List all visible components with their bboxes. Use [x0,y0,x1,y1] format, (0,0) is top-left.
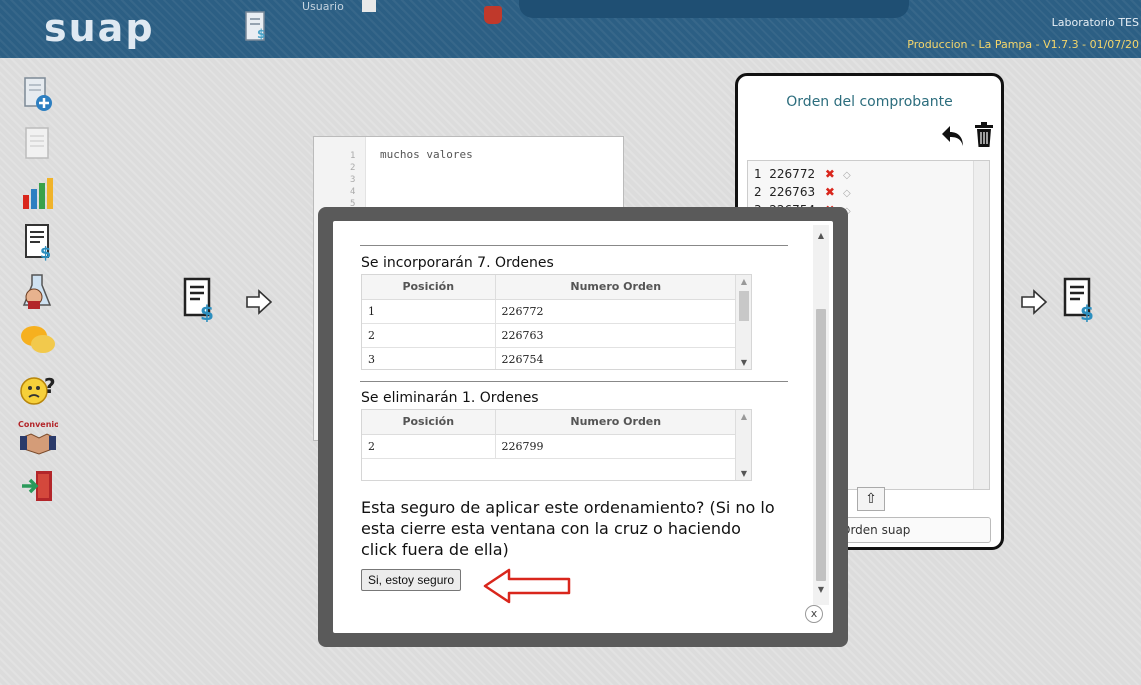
drag-handle-icon[interactable]: ◇ [843,170,851,181]
invoice-icon[interactable]: $ [244,10,268,44]
divider [360,245,788,246]
line-number: 4 [350,187,356,197]
sidebar-item-logout[interactable] [18,467,58,507]
column-header[interactable]: Posición [362,275,496,300]
table-row[interactable]: 1 226772 [362,299,736,324]
line-number: 2 [350,163,356,173]
undo-icon[interactable] [940,124,966,148]
row-order: 226763 [769,185,816,199]
delete-table[interactable]: Posición Numero Orden 2 226799 ▲ ▼ [361,409,752,481]
trash-icon[interactable] [974,122,994,148]
cell-position: 3 [362,347,496,369]
table-scrollbar[interactable]: ▲ ▼ [735,275,751,369]
svg-text:$: $ [200,301,214,322]
cell-position: 1 [362,299,496,324]
cell-position: 2 [362,323,496,348]
table-row[interactable]: 2 226799 [362,434,736,459]
close-button[interactable]: x [805,605,823,623]
add-document-icon [24,77,52,111]
chart-icon [23,178,53,209]
lab-icon [22,274,52,309]
sidebar-item-help[interactable]: ? [18,369,58,409]
column-header[interactable]: Numero Orden [495,410,736,435]
user-menu-icon[interactable] [362,0,376,12]
column-header[interactable]: Posición [362,410,496,435]
sidebar-item-messages[interactable] [18,320,58,360]
search-bar[interactable] [519,0,909,18]
lab-name: Laboratorio TES [1051,16,1139,29]
user-label: Usuario [302,0,344,13]
scroll-down-icon[interactable]: ▼ [736,358,751,367]
scroll-thumb[interactable] [816,309,826,581]
convenio-icon: Convenio [18,420,60,455]
divider [360,381,788,382]
cell-position: 2 [362,434,496,459]
chat-icon [21,326,55,353]
line-number: 3 [350,175,356,185]
table-row[interactable]: 3 226754 [362,347,736,369]
list-item[interactable]: 2 226763 ✖ ◇ [754,185,851,199]
confirm-dialog: Se incorporarán 7. Ordenes Posición Nume… [333,221,833,633]
arrow-right-icon [246,289,273,315]
drag-handle-icon[interactable]: ◇ [843,188,851,199]
sidebar-item-billing[interactable]: $ [18,222,58,262]
sidebar-item-reports[interactable] [18,173,58,213]
svg-text:?: ? [44,374,56,398]
document-disabled-icon [25,127,49,159]
scroll-up-icon[interactable]: ▲ [736,277,751,286]
table-scrollbar[interactable]: ▲ ▼ [735,410,751,480]
invoice-icon[interactable]: $ [1062,276,1096,322]
invoice-icon: $ [25,224,51,262]
table-row[interactable]: 2 226763 [362,323,736,348]
invoice-icon[interactable]: $ [182,276,216,322]
incorporate-table[interactable]: Posición Numero Orden 1 226772 2 226763 … [361,274,752,370]
sidebar-item-new-document[interactable] [18,75,58,115]
cell-order: 226763 [495,323,736,348]
row-order: 226772 [769,167,816,181]
delete-title: Se eliminarán 1. Ordenes [361,390,539,406]
list-item[interactable]: 1 226772 ✖ ◇ [754,167,851,181]
annotation-arrow-icon [483,568,571,604]
delete-icon[interactable]: ✖ [825,167,835,181]
line-number: 1 [350,151,356,161]
move-up-button[interactable]: ⇧ [857,487,885,511]
scroll-down-icon[interactable]: ▼ [736,469,751,478]
svg-text:$: $ [1080,301,1094,322]
cell-order: 226772 [495,299,736,324]
cell-order: 226754 [495,347,736,369]
delete-icon[interactable]: ✖ [825,185,835,199]
cell-order: 226799 [495,434,736,459]
svg-text:$: $ [40,243,51,262]
incorporate-title: Se incorporarán 7. Ordenes [361,255,554,271]
confirm-message: Esta seguro de aplicar este ordenamiento… [361,498,775,559]
scrollbar[interactable] [973,161,989,489]
dialog-scrollbar[interactable]: ▲ ▼ [813,225,829,605]
editor-text[interactable]: muchos valores [380,148,473,161]
sidebar-item-document[interactable] [18,124,58,164]
svg-text:Convenio: Convenio [18,420,58,429]
scroll-thumb[interactable] [739,291,749,321]
arrow-right-icon [1021,289,1048,315]
column-header[interactable]: Numero Orden [495,275,736,300]
exit-icon [22,471,52,501]
order-panel-title: Orden del comprobante [786,94,953,110]
row-position: 2 [754,185,762,199]
scroll-down-icon[interactable]: ▼ [813,585,829,594]
scroll-up-icon[interactable]: ▲ [813,231,829,240]
svg-text:$: $ [257,27,265,41]
confirm-button[interactable]: Si, estoy seguro [361,569,462,591]
sidebar-item-convenio[interactable]: Convenio [18,418,60,458]
alert-icon[interactable] [484,6,502,24]
suap-logo[interactable]: suap [10,6,168,50]
help-icon: ? [20,374,56,405]
row-position: 1 [754,167,762,181]
environment-info: Produccion - La Pampa - V1.7.3 - 01/07/2… [907,38,1139,51]
orden-suap-button[interactable]: Orden suap [826,517,991,543]
sidebar: $ ? Convenio [18,75,62,516]
sidebar-item-lab[interactable] [18,271,58,311]
app-header: suap $ Usuario Laboratorio TES Produccio… [0,0,1141,58]
scroll-up-icon[interactable]: ▲ [736,412,751,421]
